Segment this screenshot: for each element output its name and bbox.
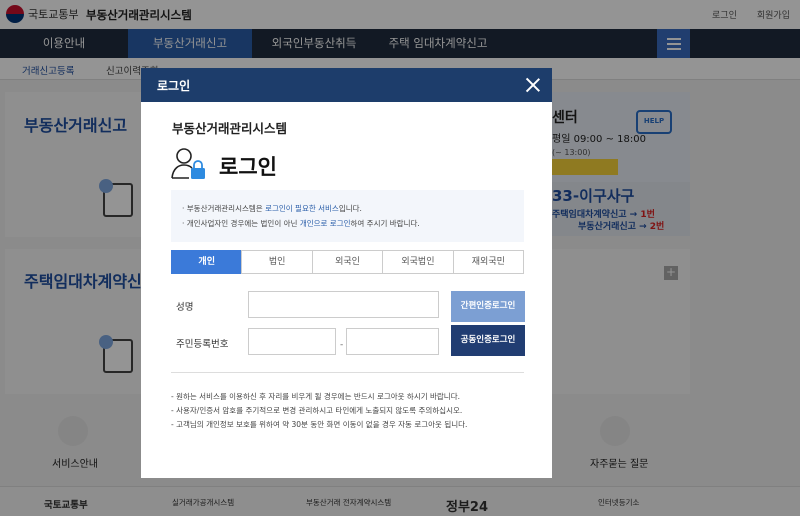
name-input[interactable] xyxy=(248,291,439,318)
tab-overseas-korean[interactable]: 재외국민 xyxy=(452,250,525,274)
login-heading: 로그인 xyxy=(219,155,277,179)
info-line-1: - 원하는 서비스를 이용하신 후 자리를 비우게 될 경우에는 반드시 로그아… xyxy=(171,392,460,401)
modal-header: 로그인 xyxy=(141,68,552,102)
login-type-tabs: 개인 법인 외국인 외국법인 재외국민 xyxy=(171,250,525,274)
info-line-2: - 사용자/인증서 암호를 주기적으로 변경 관리하시고 타인에게 노출되지 않… xyxy=(171,406,463,415)
simple-auth-login-button[interactable]: 간편인증로그인 xyxy=(451,291,525,322)
tab-individual[interactable]: 개인 xyxy=(171,250,243,274)
modal-title: 로그인 xyxy=(157,79,191,93)
divider xyxy=(171,372,524,373)
notice-box: · 부동산거래관리시스템은 로그인이 필요한 서비스입니다. · 개인사업자인 … xyxy=(171,190,524,242)
notice-line-1: · 부동산거래관리시스템은 로그인이 필요한 서비스입니다. xyxy=(182,204,362,213)
info-line-3: - 고객님의 개인정보 보호를 위하여 약 30분 동안 화면 이동이 없을 경… xyxy=(171,420,468,429)
tab-corporation[interactable]: 법인 xyxy=(241,250,313,274)
name-label: 성명 xyxy=(176,302,194,313)
tab-foreigner[interactable]: 외국인 xyxy=(311,250,384,274)
user-lock-icon xyxy=(171,148,205,179)
login-modal: 로그인 부동산거래관리시스템 로그인 · 부동산거래관리시스템은 로그인이 필요… xyxy=(141,68,552,478)
close-icon[interactable] xyxy=(522,74,544,96)
rrn-label: 주민등록번호 xyxy=(176,339,229,350)
rrn-back-input[interactable] xyxy=(346,328,439,355)
rrn-front-input[interactable] xyxy=(248,328,336,355)
rrn-dash: - xyxy=(340,340,344,350)
system-title: 부동산거래관리시스템 xyxy=(172,121,288,136)
notice-line-2: · 개인사업자인 경우에는 법인이 아닌 개인으로 로그인하여 주시기 바랍니다… xyxy=(182,219,420,228)
joint-cert-login-button[interactable]: 공동인증로그인 xyxy=(451,325,525,356)
tab-foreign-corporation[interactable]: 외국법인 xyxy=(382,250,454,274)
